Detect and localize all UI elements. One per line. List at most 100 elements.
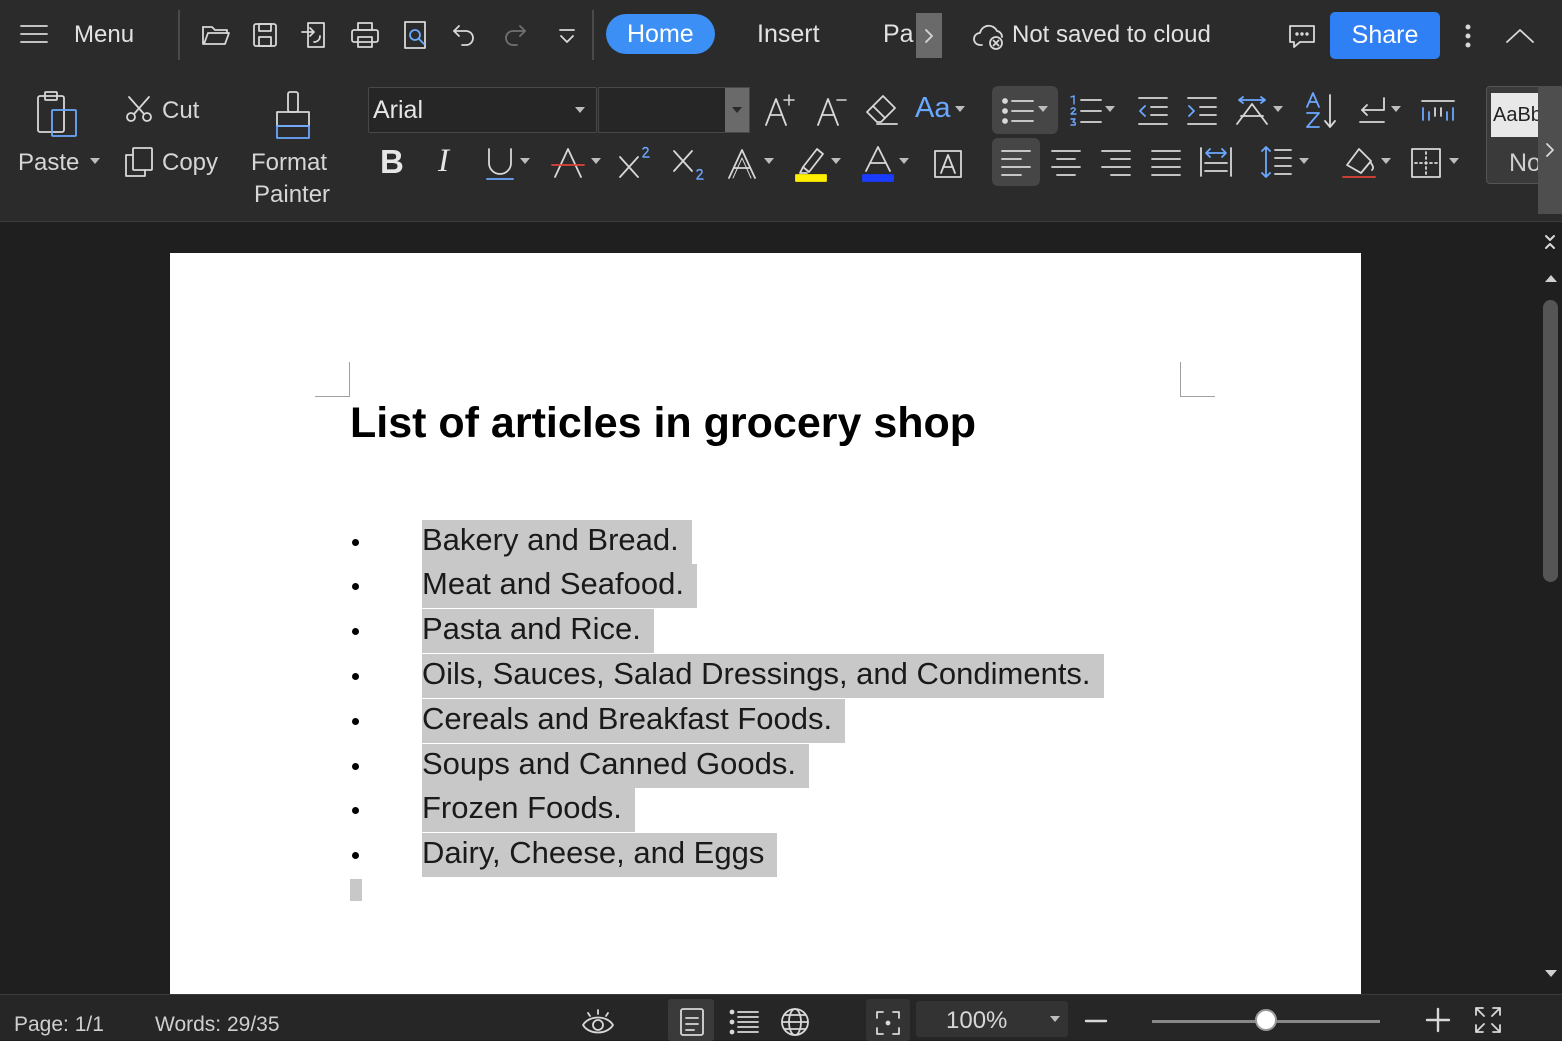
font-color-dropdown-icon[interactable] — [899, 158, 909, 164]
scroll-page-icon[interactable] — [1542, 234, 1558, 250]
text-effects-icon[interactable] — [724, 144, 760, 184]
distributed-align-icon[interactable] — [1196, 142, 1236, 182]
menu-label[interactable]: Menu — [74, 21, 134, 49]
line-spacing-icon[interactable] — [1256, 142, 1296, 182]
strikethrough-dropdown-icon[interactable] — [591, 158, 601, 164]
bullet-list-dropdown-icon[interactable] — [1038, 106, 1048, 112]
font-size-select[interactable] — [598, 87, 750, 133]
copy-label[interactable]: Copy — [162, 149, 218, 177]
styles-scroll-button[interactable] — [1538, 86, 1562, 214]
superscript-icon[interactable] — [616, 144, 656, 184]
show-hide-marks-icon[interactable] — [1352, 92, 1392, 130]
share-button[interactable]: Share — [1330, 12, 1440, 59]
format-painter-label-1[interactable]: Format — [251, 149, 327, 177]
more-options-icon[interactable] — [1458, 20, 1478, 52]
decrease-indent-icon[interactable] — [1134, 92, 1172, 130]
decrease-font-size-icon[interactable] — [814, 90, 852, 130]
paste-dropdown-icon[interactable] — [90, 158, 100, 164]
comment-icon[interactable] — [1286, 20, 1318, 52]
print-preview-icon[interactable] — [398, 18, 432, 52]
sort-icon[interactable] — [1302, 90, 1340, 132]
borders-icon[interactable] — [1406, 144, 1446, 182]
line-spacing-dropdown-icon[interactable] — [1299, 158, 1309, 164]
tabs-scroll-right-icon[interactable] — [916, 13, 942, 58]
font-name-select[interactable]: Arial — [368, 87, 597, 133]
tab-insert[interactable]: Insert — [736, 14, 841, 54]
font-size-dropdown-button[interactable] — [725, 88, 749, 132]
list-item-text[interactable]: Bakery and Bread. — [422, 520, 692, 564]
bold-icon[interactable]: B — [380, 143, 404, 181]
list-item-text[interactable]: Frozen Foods. — [422, 788, 635, 832]
numbered-list-icon[interactable] — [1066, 92, 1106, 130]
save-icon[interactable] — [248, 18, 282, 52]
paragraph-shading-icon[interactable] — [1338, 142, 1380, 184]
outline-view-icon[interactable] — [726, 1005, 762, 1039]
clear-formatting-icon[interactable] — [862, 90, 902, 130]
underline-dropdown-icon[interactable] — [520, 158, 530, 164]
change-case-dropdown-icon[interactable] — [955, 106, 965, 112]
cut-label[interactable]: Cut — [162, 97, 199, 125]
paste-icon[interactable] — [33, 90, 81, 140]
subscript-icon[interactable] — [670, 144, 710, 184]
export-icon[interactable] — [298, 18, 332, 52]
list-item-text[interactable]: Meat and Seafood. — [422, 564, 697, 608]
fullscreen-icon[interactable] — [1470, 1003, 1506, 1037]
list-item-text[interactable]: Oils, Sauces, Salad Dressings, and Condi… — [422, 654, 1104, 698]
chinese-layout-icon[interactable] — [1232, 92, 1272, 130]
scrollbar-thumb[interactable] — [1543, 300, 1558, 582]
paste-label[interactable]: Paste — [18, 149, 79, 177]
print-icon[interactable] — [347, 18, 383, 52]
list-item-text[interactable]: Cereals and Breakfast Foods. — [422, 699, 846, 743]
customize-dropdown-icon[interactable] — [554, 22, 580, 50]
scroll-up-icon[interactable] — [1545, 275, 1557, 282]
list-item-text[interactable]: Dairy, Cheese, and Eggs — [422, 833, 778, 877]
highlight-color-icon[interactable] — [792, 142, 832, 184]
word-count[interactable]: Words: 29/35 — [155, 1013, 280, 1037]
character-shading-icon[interactable] — [930, 146, 966, 182]
align-left-icon[interactable] — [996, 142, 1036, 182]
underline-icon[interactable] — [482, 144, 518, 184]
tab-home[interactable]: Home — [606, 14, 715, 54]
format-painter-label-2[interactable]: Painter — [254, 181, 330, 209]
bullet-list-icon[interactable] — [998, 92, 1038, 130]
undo-icon[interactable] — [448, 18, 480, 52]
page-count[interactable]: Page: 1/1 — [14, 1013, 104, 1037]
text-effects-dropdown-icon[interactable] — [764, 158, 774, 164]
zoom-select[interactable]: 100% — [916, 1001, 1068, 1037]
vertical-scrollbar[interactable] — [1538, 222, 1562, 994]
align-center-icon[interactable] — [1046, 142, 1086, 182]
document-page[interactable]: List of articles in grocery shop Bakery … — [170, 253, 1361, 994]
numbered-list-dropdown-icon[interactable] — [1105, 106, 1115, 112]
strikethrough-icon[interactable] — [549, 144, 587, 184]
scroll-down-icon[interactable] — [1545, 970, 1557, 977]
eye-protection-icon[interactable] — [578, 1005, 618, 1039]
justify-icon[interactable] — [1146, 142, 1186, 182]
hamburger-menu-icon[interactable] — [18, 20, 50, 48]
copy-icon[interactable] — [122, 144, 156, 180]
borders-dropdown-icon[interactable] — [1449, 158, 1459, 164]
empty-paragraph-selection[interactable] — [350, 879, 362, 901]
zoom-in-icon[interactable] — [1424, 1005, 1452, 1035]
highlight-dropdown-icon[interactable] — [831, 158, 841, 164]
align-right-icon[interactable] — [1096, 142, 1136, 182]
list-item-text[interactable]: Soups and Canned Goods. — [422, 744, 809, 788]
table-ruler-icon[interactable] — [1418, 94, 1458, 128]
list-item-text[interactable]: Pasta and Rice. — [422, 609, 654, 653]
cloud-status-text[interactable]: Not saved to cloud — [1012, 21, 1211, 49]
focus-mode-icon[interactable] — [870, 1007, 906, 1039]
format-painter-icon[interactable] — [270, 88, 316, 142]
zoom-out-icon[interactable] — [1082, 1007, 1110, 1035]
redo-icon[interactable] — [499, 18, 531, 52]
collapse-ribbon-icon[interactable] — [1502, 22, 1538, 50]
font-color-icon[interactable] — [859, 142, 897, 184]
zoom-slider-knob[interactable] — [1255, 1009, 1277, 1031]
increase-font-size-icon[interactable] — [762, 90, 800, 130]
shading-dropdown-icon[interactable] — [1381, 158, 1391, 164]
italic-icon[interactable]: I — [438, 143, 449, 180]
scissors-icon[interactable] — [122, 92, 156, 126]
web-layout-icon[interactable] — [777, 1005, 813, 1039]
open-folder-icon[interactable] — [199, 18, 233, 52]
chinese-layout-dropdown-icon[interactable] — [1273, 106, 1283, 112]
document-title[interactable]: List of articles in grocery shop — [350, 399, 976, 448]
cloud-unsaved-icon[interactable] — [972, 20, 1008, 52]
